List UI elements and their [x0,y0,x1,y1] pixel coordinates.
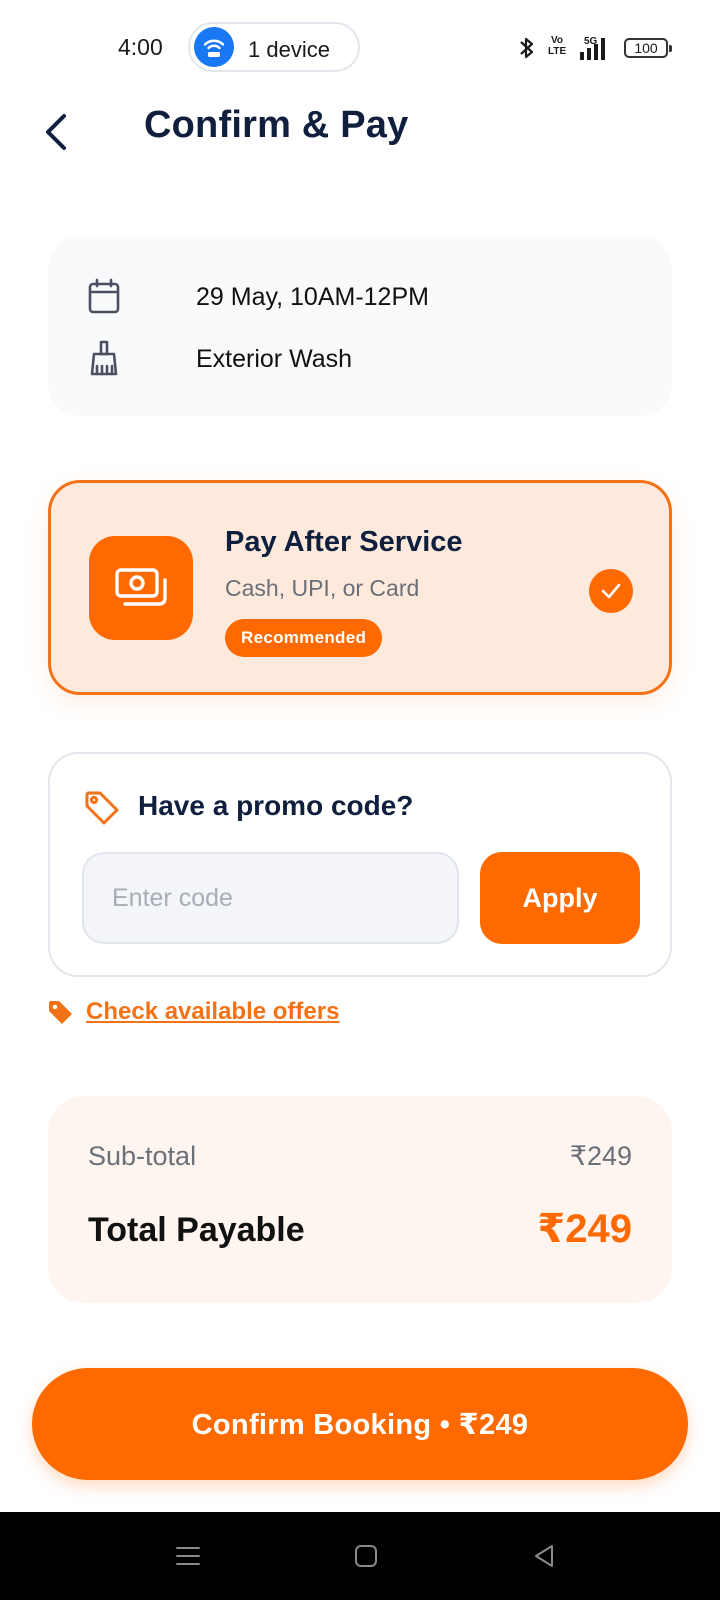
status-time: 4:00 [118,34,163,60]
subtotal-value: ₹249 [569,1141,632,1171]
total-payable-value: ₹249 [537,1207,632,1251]
totals-card: Sub-total ₹249 Total Payable ₹249 [48,1096,672,1303]
recommended-badge: Recommended [225,619,383,657]
tag-outline-icon [85,791,119,825]
subtotal-label: Sub-total [88,1141,197,1171]
calendar-icon [88,278,120,314]
promo-title: Have a promo code? [138,790,414,821]
cash-icon [89,536,193,640]
status-bar: 4:00 1 device Vo LTE 5G 100 [0,0,720,96]
wifi-hotspot-icon [194,27,234,67]
tag-filled-icon [49,1001,72,1024]
home-nav-icon[interactable] [352,1542,380,1570]
total-payable-label: Total Payable [88,1211,305,1249]
booking-datetime: 29 May, 10AM-12PM [196,283,429,311]
bluetooth-icon [520,37,534,59]
status-icons: Vo LTE 5G 100 [518,34,678,62]
page-title: Confirm & Pay [144,104,409,146]
promo-code-card: Have a promo code? Apply [48,752,672,977]
check-circle-icon [589,569,633,613]
booking-summary-card: 29 May, 10AM-12PM Exterior Wash [48,236,672,416]
hotspot-label: 1 device [248,37,330,62]
chevron-left-icon [46,114,66,150]
signal-icon: 5G [580,36,605,60]
battery-icon: 100 [624,38,672,58]
hotspot-pill[interactable]: 1 device [188,22,360,72]
check-offers-label: Check available offers [86,998,340,1025]
booking-service: Exterior Wash [196,345,353,373]
system-nav-bar [0,1512,720,1600]
apply-button[interactable]: Apply [480,852,640,944]
brush-icon [90,340,118,376]
payment-option-subtitle: Cash, UPI, or Card [225,575,420,601]
back-nav-icon[interactable] [530,1542,558,1570]
payment-option-title: Pay After Service [225,526,463,558]
promo-code-input[interactable] [82,852,459,944]
confirm-booking-button[interactable]: Confirm Booking • ₹249 [32,1368,688,1480]
payment-option-pay-after-service[interactable]: Pay After Service Cash, UPI, or Card Rec… [48,480,672,695]
menu-nav-icon[interactable] [174,1542,202,1570]
back-button[interactable] [36,104,80,160]
volte-label: Vo LTE [548,35,567,57]
